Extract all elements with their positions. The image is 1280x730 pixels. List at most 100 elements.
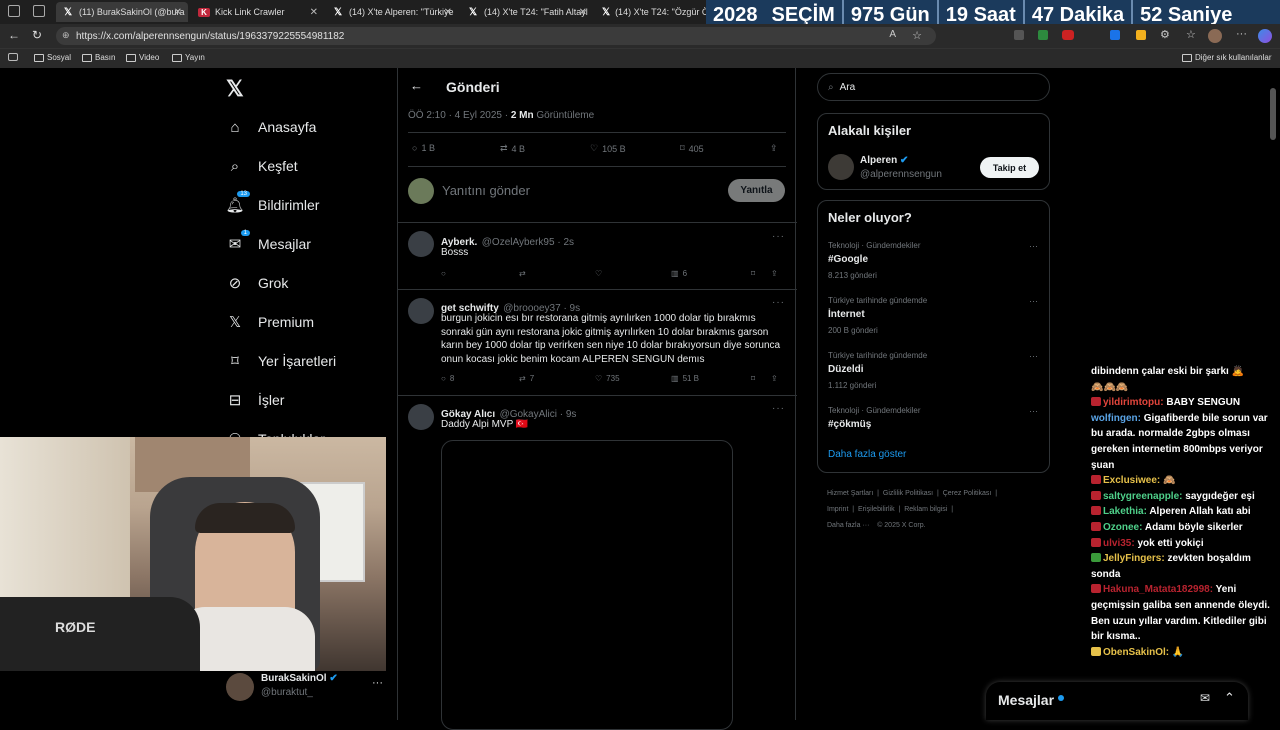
read-aloud-icon[interactable]: A [889,29,896,40]
nav-item-home[interactable]: ⌂ Anasayfa [226,118,316,136]
search-input[interactable]: ⌕ Ara [817,73,1050,101]
nav-item-notifications[interactable]: 🔔︎ 13 Bildirimler [225,191,319,214]
more-icon[interactable]: ··· [772,231,785,242]
youtube-icon[interactable] [1062,30,1074,40]
nav-item-jobs[interactable]: ⊟ İşler [226,391,285,409]
trend-item[interactable]: Türkiye tarihinde gündemde Düzeldi 1.112… [828,351,1038,390]
trend-item[interactable]: Teknoloji · Gündemdekiler #çökmüş ··· [828,406,1038,430]
show-more-link[interactable]: Daha fazla göster [828,449,906,460]
browser-tab[interactable]: 𝕏 (14) X'te T24: "Özgür Öze [596,2,708,22]
reply-media[interactable] [441,440,733,730]
footer-more-link[interactable]: Daha fazla ··· [827,522,869,529]
reply-item[interactable]: Ayberk. @OzelAyberk95 · 2s ··· Bosss ○ ⇄… [398,222,797,290]
more-menu-icon[interactable]: ··· [1236,28,1247,40]
bookmark-icon[interactable]: ⌑ [751,374,755,383]
close-icon[interactable]: ✕ [310,7,318,18]
reply-item[interactable]: Gökay Alıcı @GokayAlici · 9s ··· Daddy A… [398,396,797,730]
close-icon[interactable]: ✕ [444,7,452,18]
bookmark-folder[interactable]: Video [126,53,159,62]
repost-button[interactable]: ⇄ 4 B [500,143,525,154]
workspaces-icon[interactable] [8,5,20,17]
bookmark-button[interactable]: ⌑ 405 [680,143,704,154]
follow-button[interactable]: Takip et [980,157,1039,178]
nav-item-explore[interactable]: ⌕ Keşfet [226,157,298,175]
more-icon[interactable]: ··· [772,297,785,308]
more-icon[interactable]: ··· [1029,241,1038,251]
chat-username: JellyFingers: [1103,553,1165,565]
url-field[interactable]: ⊕ https://x.com/alperennsengun/status/19… [56,27,936,45]
footer-links: Hizmet Şartları | Gizlilik Politikası | … [827,490,998,529]
bookmark-folder[interactable]: Yayın [172,53,205,62]
nav-item-premium[interactable]: 𝕏 Premium [226,313,314,331]
views-button[interactable]: ▥ 6 [671,269,687,278]
trend-item[interactable]: Türkiye tarihinde gündemde İnternet 200 … [828,296,1038,335]
bookmark-manager-icon[interactable] [8,53,18,61]
favorite-star-icon[interactable]: ☆ [912,29,922,42]
share-icon[interactable]: ⇪ [771,374,778,383]
more-icon[interactable]: ··· [1029,351,1038,361]
footer-link[interactable]: Hizmet Şartları [827,490,873,497]
extension-icon[interactable] [1110,30,1120,40]
browser-tab[interactable]: 𝕏 (11) BurakSakinOl (@bura ✕ [56,2,188,22]
share-icon[interactable]: ⇪ [771,269,778,278]
browser-tab[interactable]: 𝕏 (14) X'te Alperen: "Türkiye ✕ [326,2,458,22]
nav-item-grok[interactable]: ⊘ Grok [226,274,289,292]
chat-message: wolfingen: Gigafiberde bile sorun var bu… [1091,411,1280,473]
back-arrow-icon[interactable]: ← [8,28,20,42]
expand-icon[interactable]: ⌃ [1224,690,1235,706]
share-button[interactable]: ⇪ [770,143,778,154]
footer-link[interactable]: Gizlilik Politikası [883,490,933,497]
trends-card: Neler oluyor? Teknoloji · Gündemdekiler … [817,200,1050,473]
heart-icon[interactable]: ♡ [595,269,602,278]
x-logo[interactable]: 𝕏 [226,76,244,102]
more-icon[interactable]: ··· [372,677,383,689]
messages-drawer[interactable]: Mesajlar ✉ ⌃ [986,682,1248,720]
reply-submit-button[interactable]: Yanıtla [728,179,785,202]
new-message-icon[interactable]: ✉ [1200,691,1210,705]
unread-dot [1058,695,1064,701]
extension-icon[interactable] [1038,30,1048,40]
browser-tab[interactable]: 𝕏 (14) X'te T24: "Fatih Altayl ✕ [461,2,593,22]
account-switcher[interactable]: BurakSakinOl ✔ @buraktut_ ··· [226,670,386,706]
extension-icon[interactable] [1136,30,1146,40]
footer-link[interactable]: Reklam bilgisi [904,506,947,513]
reply-icon[interactable]: ○ [441,269,446,278]
like-button[interactable]: ♡ 735 [595,374,620,383]
reply-item[interactable]: get schwifty @broooey37 · 9s ··· burgun … [398,290,797,396]
other-bookmarks[interactable]: Diğer sık kullanılanlar [1182,53,1271,62]
extension-icon[interactable] [1014,30,1024,40]
repost-icon[interactable]: ⇄ [519,269,526,278]
reload-icon[interactable]: ↻ [32,28,42,42]
bookmark-icon[interactable]: ⌑ [751,269,755,278]
nav-item-bookmarks[interactable]: ⌑ Yer İşaretleri [226,352,336,370]
close-icon[interactable]: ✕ [579,7,587,18]
trend-item[interactable]: Teknoloji · Gündemdekiler #Google 8.213 … [828,241,1038,280]
repost-button[interactable]: ⇄ 7 [519,374,534,383]
profile-avatar[interactable] [1208,29,1222,43]
x-logo-icon: 𝕏 [63,6,73,18]
bookmark-folder[interactable]: Sosyal [34,53,71,62]
favorites-icon[interactable]: ☆ [1186,28,1196,41]
verified-icon: ✔ [329,673,338,684]
settings-icon[interactable]: ⚙ [1160,28,1170,41]
more-icon[interactable]: ··· [772,403,785,414]
reply-button[interactable]: ○ 1 B [412,143,435,153]
browser-tab[interactable]: K Kick Link Crawler ✕ [192,2,324,22]
back-arrow-icon[interactable]: ← [410,78,423,93]
like-button[interactable]: ♡ 105 B [590,143,626,154]
footer-link[interactable]: Imprint [827,506,848,513]
footer-link[interactable]: Çerez Politikası [943,490,992,497]
nav-item-messages[interactable]: ✉ 1 Mesajlar [226,230,311,253]
tab-actions-icon[interactable] [33,5,45,17]
related-user-name[interactable]: Alperen ✔ [860,155,908,166]
footer-link[interactable]: Erişilebilirlik [858,506,895,513]
copilot-icon[interactable] [1258,29,1272,43]
views-button[interactable]: ▥ 51 B [671,374,699,383]
scrollbar-thumb[interactable] [1270,88,1276,140]
more-icon[interactable]: ··· [1029,296,1038,306]
bookmark-folder[interactable]: Basın [82,53,115,62]
close-icon[interactable]: ✕ [174,7,182,18]
reply-button[interactable]: ○ 8 [441,374,454,383]
more-icon[interactable]: ··· [1029,406,1038,416]
reply-input[interactable]: Yanıtını gönder [442,183,530,198]
